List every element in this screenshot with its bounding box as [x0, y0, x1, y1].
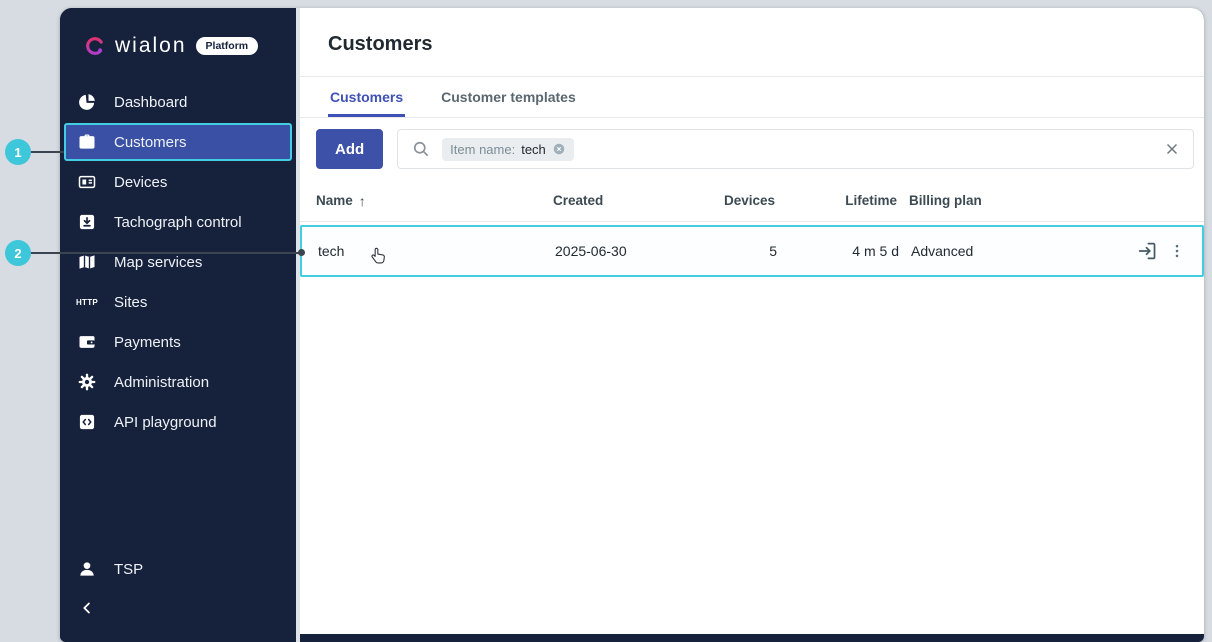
cell-devices: 5: [707, 243, 777, 259]
row-menu-button[interactable]: [1166, 240, 1188, 262]
sidebar-item-tsp[interactable]: TSP: [64, 550, 292, 588]
column-header-devices[interactable]: Devices: [705, 193, 775, 208]
toolbar: Add Item name: tech: [300, 118, 1204, 180]
filter-chip-prefix: Item name:: [450, 142, 515, 157]
briefcase-icon: [76, 131, 98, 153]
cell-billing-plan: Advanced: [899, 243, 1102, 259]
sidebar-item-label: Customers: [114, 134, 187, 151]
table-header: Name ↑ Created Devices Lifetime Billing …: [300, 180, 1204, 222]
page-title: Customers: [328, 32, 1176, 56]
column-header-name-label: Name: [316, 193, 353, 208]
sidebar-menu: Dashboard Customers De: [60, 76, 296, 442]
search-field[interactable]: Item name: tech: [397, 129, 1194, 169]
sidebar-item-label: Payments: [114, 334, 181, 351]
sidebar-item-label: Devices: [114, 174, 167, 191]
code-icon: [76, 411, 98, 433]
sidebar: wialon Platform Dashboard: [60, 8, 296, 642]
sidebar-item-label: Sites: [114, 294, 147, 311]
sidebar-item-map-services[interactable]: Map services: [64, 243, 292, 281]
annotation-badge-2: 2: [5, 240, 31, 266]
map-icon: [76, 251, 98, 273]
sidebar-item-label: API playground: [114, 414, 217, 431]
annotation-badge-1: 1: [5, 139, 31, 165]
sidebar-item-label: Administration: [114, 374, 209, 391]
tachograph-download-icon: [76, 211, 98, 233]
brand-logo: wialon Platform: [60, 8, 296, 76]
sidebar-spacer: [60, 442, 296, 549]
column-header-billing-plan[interactable]: Billing plan: [897, 193, 1104, 208]
sidebar-collapse-button[interactable]: [64, 589, 292, 627]
gear-icon: [76, 371, 98, 393]
cell-lifetime: 4 m 5 d: [777, 243, 899, 259]
app-window: wialon Platform Dashboard: [60, 8, 1204, 642]
sidebar-item-devices[interactable]: Devices: [64, 163, 292, 201]
sidebar-item-payments[interactable]: Payments: [64, 323, 292, 361]
column-header-lifetime[interactable]: Lifetime: [775, 193, 897, 208]
sidebar-item-customers[interactable]: Customers: [64, 123, 292, 161]
filter-chip-value: tech: [521, 142, 546, 157]
annotation-line-1: [30, 151, 64, 153]
add-button[interactable]: Add: [316, 129, 383, 169]
sidebar-item-dashboard[interactable]: Dashboard: [64, 83, 292, 121]
payments-icon: [76, 331, 98, 353]
column-header-name[interactable]: Name ↑: [316, 193, 553, 209]
chip-remove-icon[interactable]: [552, 142, 566, 156]
wialon-logo-icon: [84, 35, 106, 57]
search-icon: [410, 138, 432, 160]
clear-search-icon[interactable]: [1163, 140, 1181, 158]
user-icon: [76, 558, 98, 580]
column-header-created[interactable]: Created: [553, 193, 705, 208]
login-as-customer-button[interactable]: [1134, 238, 1160, 264]
sidebar-item-api-playground[interactable]: API playground: [64, 403, 292, 441]
sidebar-item-label: Dashboard: [114, 94, 187, 111]
tab-bar: Customers Customer templates: [300, 77, 1204, 118]
tab-customers[interactable]: Customers: [328, 77, 405, 117]
sort-asc-icon: ↑: [359, 193, 366, 209]
page-header: Customers: [300, 8, 1204, 77]
tab-customer-templates[interactable]: Customer templates: [439, 77, 578, 117]
devices-icon: [76, 171, 98, 193]
sidebar-item-administration[interactable]: Administration: [64, 363, 292, 401]
chevron-left-icon: [76, 597, 98, 619]
filter-chip[interactable]: Item name: tech: [442, 138, 574, 161]
sidebar-item-tachograph-control[interactable]: Tachograph control: [64, 203, 292, 241]
cell-name: tech: [318, 243, 555, 259]
annotation-line-2: [30, 252, 301, 254]
table-row[interactable]: tech 2025-06-30 5 4 m 5 d Advanced: [300, 225, 1204, 277]
sidebar-item-label: Map services: [114, 254, 202, 271]
annotation-dot: [298, 249, 305, 256]
platform-badge: Platform: [196, 37, 259, 55]
http-icon: HTTP: [76, 291, 98, 313]
main-content: Customers Customers Customer templates A…: [300, 8, 1204, 634]
dashboard-icon: [76, 91, 98, 113]
brand-name: wialon: [115, 34, 187, 58]
sidebar-item-label: TSP: [114, 561, 143, 578]
cell-created: 2025-06-30: [555, 243, 707, 259]
sidebar-item-label: Tachograph control: [114, 214, 242, 231]
sidebar-item-sites[interactable]: HTTP Sites: [64, 283, 292, 321]
